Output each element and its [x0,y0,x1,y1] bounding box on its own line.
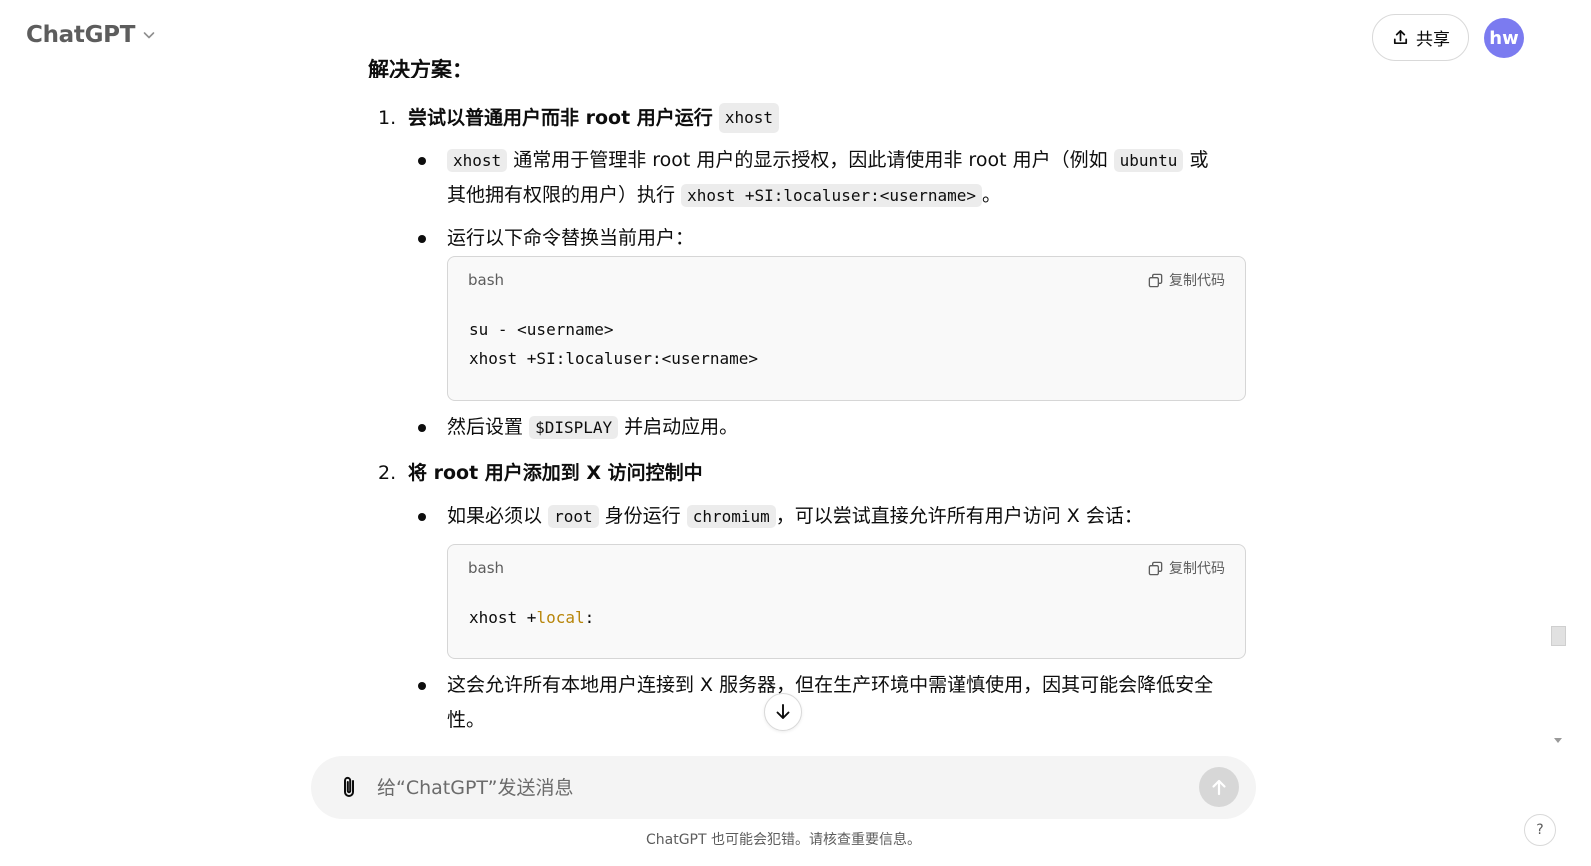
bullet-item: xhost 通常用于管理非 root 用户的显示授权，因此请使用非 root 用… [418,143,1248,213]
copy-code-button[interactable]: 复制代码 [1147,558,1225,578]
bullet-text: 性。 [447,709,486,731]
copy-code-label: 复制代码 [1169,273,1225,289]
bullet-dot [418,235,426,243]
list-item-title: 将 root 用户添加到 X 访问控制中 [408,462,703,484]
inline-code: xhost [718,103,780,133]
paperclip-icon[interactable] [337,774,361,802]
scroll-to-bottom-button[interactable] [764,693,802,731]
bullet-text: 然后设置 [447,416,524,438]
inline-code: ubuntu [1113,149,1184,172]
bullet-item: 如果必须以 root 身份运行 chromium ，可以尝试直接允许所有用户访问 … [418,499,1248,534]
bullet-dot [418,424,426,432]
code-line: xhost +SI:localuser:<username> [469,349,758,368]
inline-code: xhost [447,149,508,172]
scrollbar-down-arrow[interactable] [1554,738,1562,743]
code-text: xhost + [469,608,537,627]
bullet-text: 或 [1189,149,1209,171]
code-text: : [584,608,595,627]
bullet-dot [418,157,426,165]
code-language: bash [468,271,505,289]
copy-icon [1148,561,1163,575]
bullet-item: 然后设置 $DISPLAY 并启动应用。 [418,410,1248,445]
inline-code: chromium [686,505,776,528]
list-item-title: 尝试以普通用户而非 root 用户运行 [408,107,713,129]
message-input[interactable] [377,772,1177,804]
bullet-text: 。 [982,184,1002,206]
copy-code-button[interactable]: 复制代码 [1147,270,1225,290]
scrollbar-thumb[interactable] [1551,626,1566,646]
message-composer [311,756,1256,819]
copy-icon [1148,273,1163,287]
list-number: 1. [378,107,397,129]
help-button[interactable]: ? [1524,814,1556,846]
bullet-text: 运行以下命令替换当前用户： [447,227,695,249]
code-content: xhost +local: [448,591,1245,648]
code-line: su - <username> [469,320,614,339]
list-item: 2. 将 root 用户添加到 X 访问控制中 [378,460,703,486]
bullet-text: 如果必须以 [447,505,543,527]
bullet-text: 其他拥有权限的用户）执行 [447,184,676,206]
inline-code: root [548,505,599,528]
bullet-item: 这会允许所有本地用户连接到 X 服务器，但在生产环境中需谨慎使用，因其可能会降低… [418,668,1248,738]
code-block: bash 复制代码 xhost +local: [447,544,1246,659]
code-keyword: local [536,608,585,627]
bullet-text: 身份运行 [604,505,681,527]
list-number: 2. [378,462,397,484]
bullet-text: 并启动应用。 [624,416,739,438]
inline-code: xhost +SI:localuser:<username> [681,184,983,207]
conversation-area: 解决方案： 1. 尝试以普通用户而非 root 用户运行 xhost xhost… [0,0,1591,748]
code-language: bash [468,559,505,577]
arrow-up-icon [1212,779,1226,796]
bullet-dot [418,513,426,521]
bullet-dot [418,682,426,690]
bullet-text: 这会允许所有本地用户连接到 X 服务器，但在生产环境中需谨慎使用，因其可能会降低… [447,674,1214,696]
bullet-text: 通常用于管理非 root 用户的显示授权，因此请使用非 root 用户（例如 [513,149,1108,171]
bullet-item: 运行以下命令替换当前用户： [418,221,1248,256]
list-item: 1. 尝试以普通用户而非 root 用户运行 xhost [378,103,780,133]
code-block: bash 复制代码 su - <username> xhost +SI:local… [447,256,1246,401]
code-content: su - <username> xhost +SI:localuser:<user… [448,303,1245,389]
scrollbar[interactable] [1549,0,1567,750]
send-button[interactable] [1199,767,1239,807]
disclaimer-text: ChatGPT 也可能会犯错。请核查重要信息。 [645,832,921,848]
arrow-down-icon [776,704,790,719]
copy-code-label: 复制代码 [1169,561,1225,577]
bullet-text: ，可以尝试直接允许所有用户访问 X 会话： [775,505,1143,527]
inline-code: $DISPLAY [529,416,619,439]
help-label: ? [1536,822,1544,838]
section-heading: 解决方案： [368,58,473,78]
